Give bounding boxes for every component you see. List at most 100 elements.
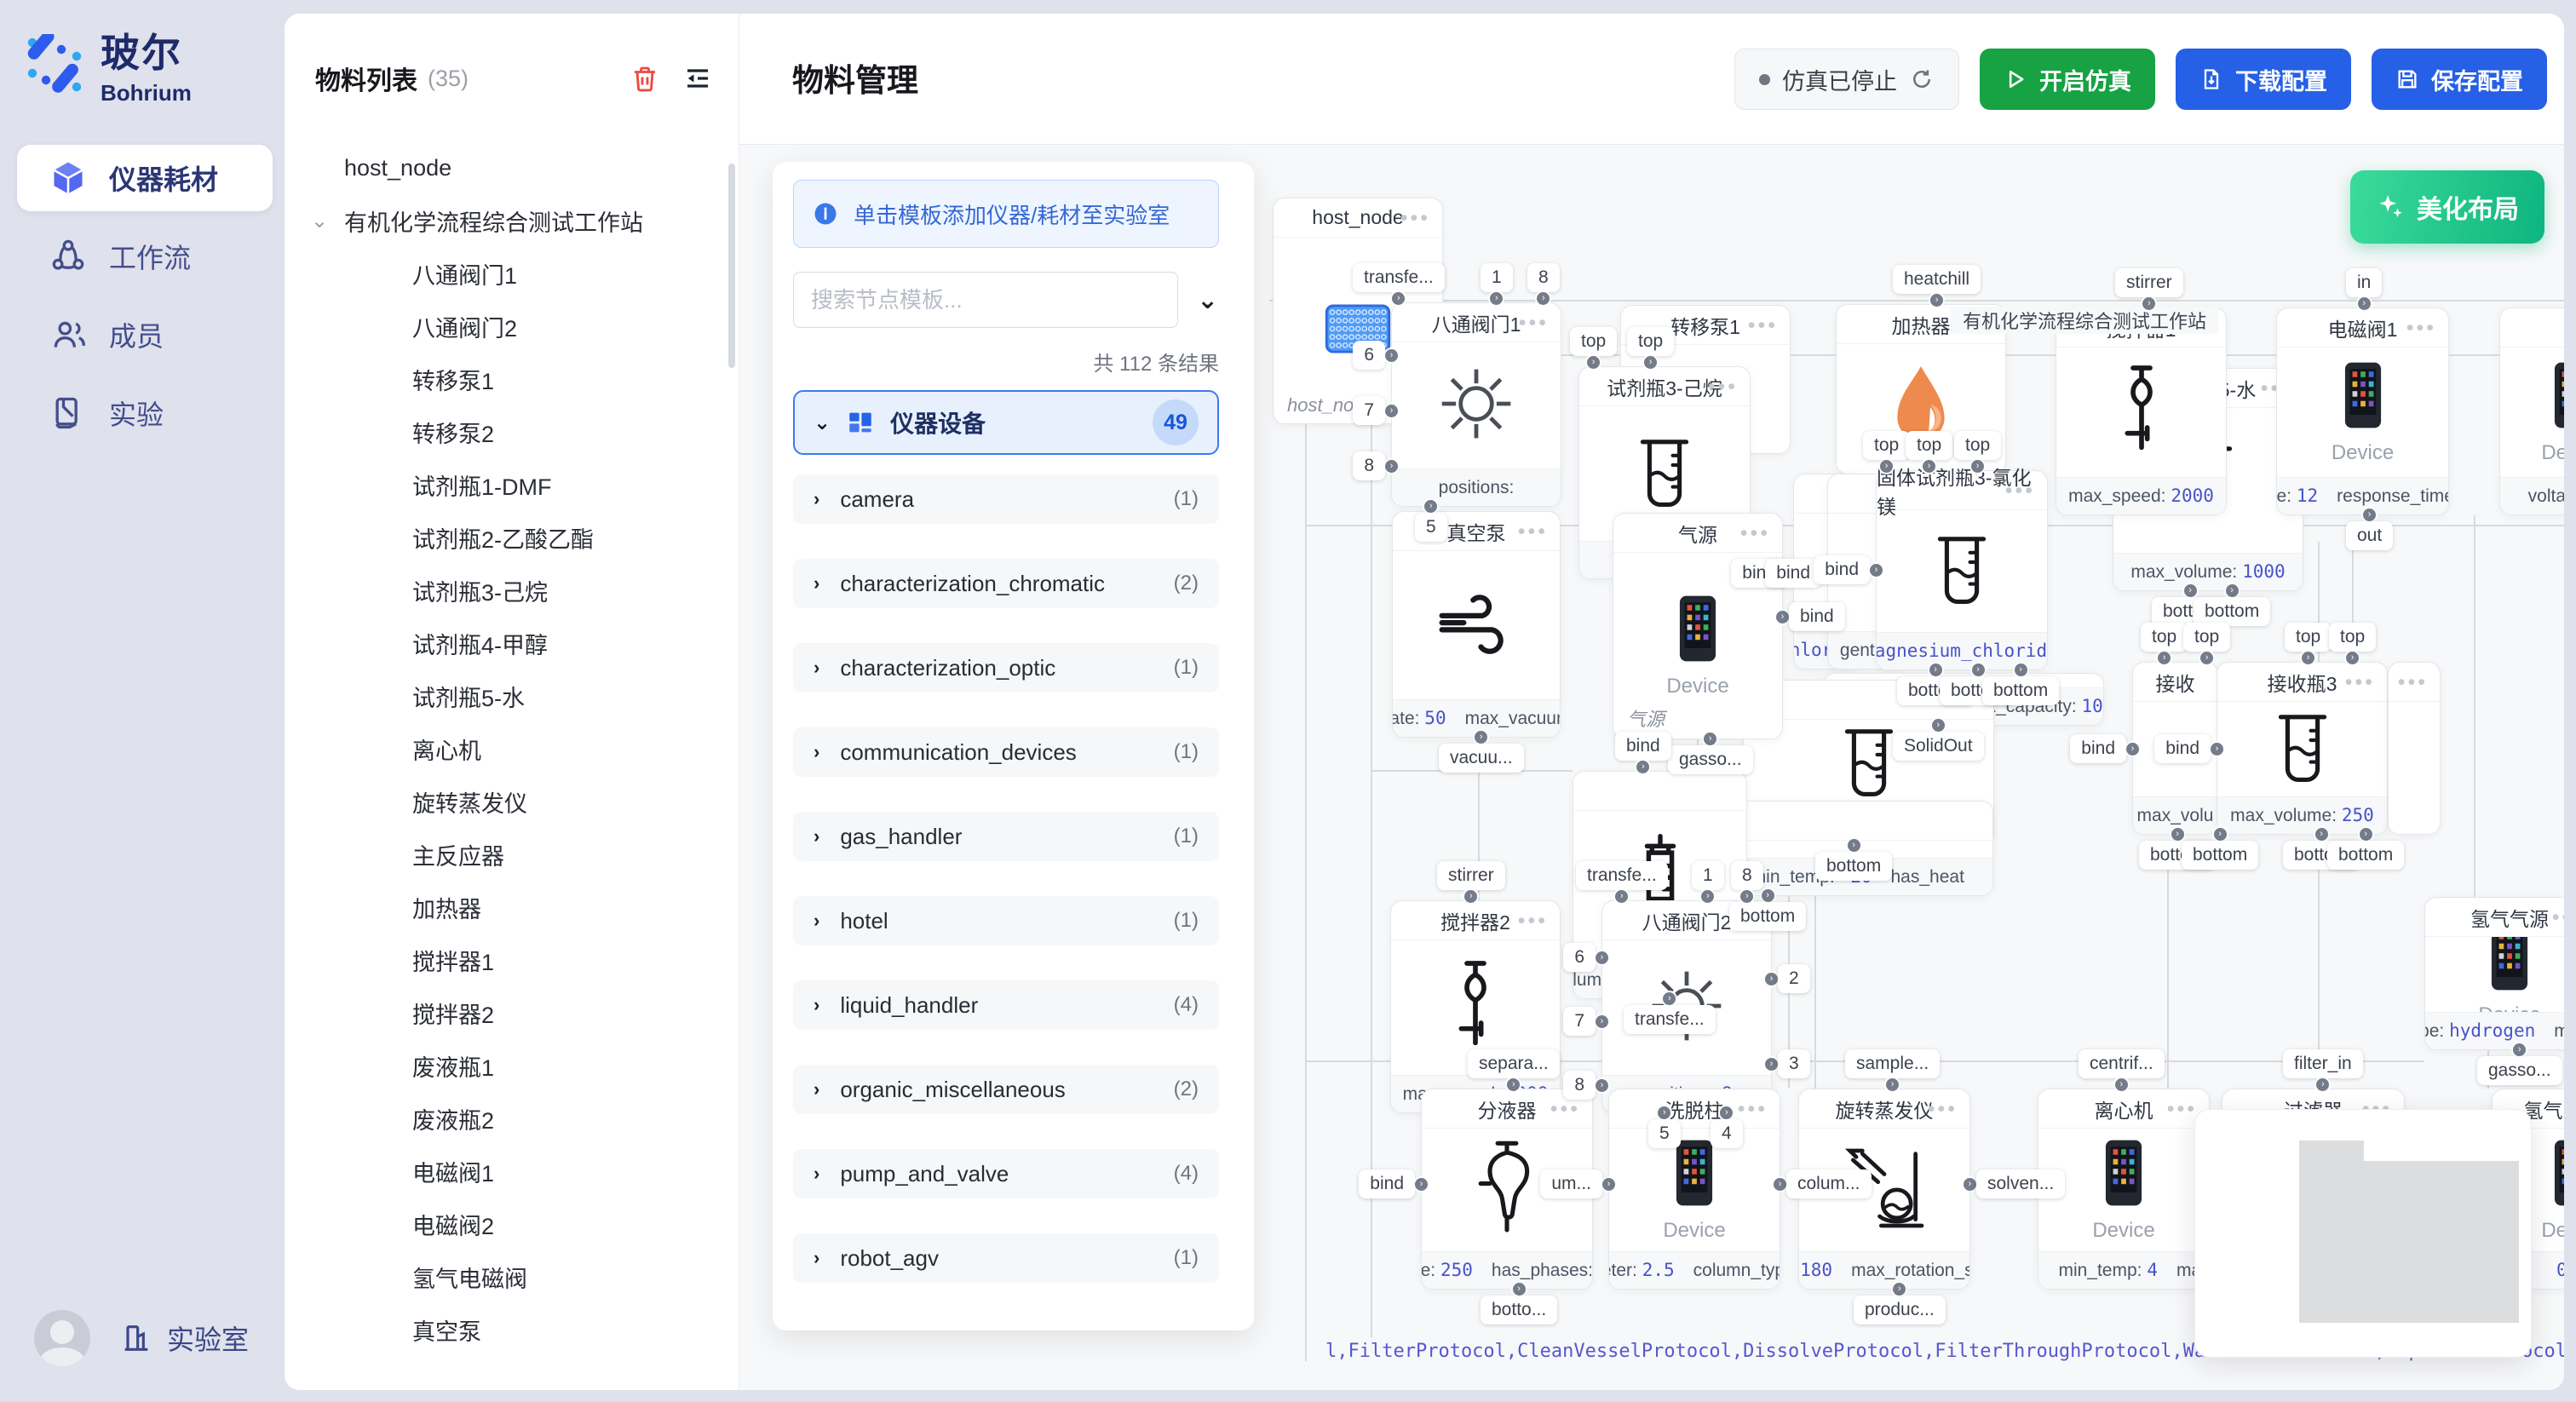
port-gasso...[interactable]: ›gasso... [2477,1043,2562,1085]
port-connector-icon[interactable]: › [1870,564,1883,577]
port-connector-icon[interactable]: › [1964,1178,1976,1191]
port-chip[interactable]: 6 [1353,341,1385,370]
port-chip[interactable]: centrif... [2079,1049,2165,1078]
tree-item[interactable]: 离心机 [285,722,727,775]
tree-item[interactable]: 试剂瓶1-DMF [285,458,727,511]
port-chip[interactable]: stirrer [1437,861,1505,890]
port-chip[interactable]: produc... [1854,1296,1946,1324]
port-chip[interactable]: vacuu... [1439,744,1524,773]
canvas-node-氢气气源[interactable]: 氢气气源•••Device_type: hydrogenmax_pre [2424,897,2564,1050]
port-connector-icon[interactable]: › [1932,719,1945,732]
materials-scrollbar[interactable] [728,164,735,368]
port-connector-icon[interactable]: › [1663,992,1676,1005]
template-item-liquid_handler[interactable]: ›liquid_handler(4) [793,980,1219,1030]
tree-item[interactable]: 搅拌器1 [285,934,727,986]
port-8[interactable]: 8› [1263,451,1398,480]
port-chip[interactable]: bottom [1982,676,2059,705]
save-config-button[interactable]: 保存配置 [2372,49,2547,110]
node-menu-icon[interactable]: ••• [2552,898,2564,937]
port-connector-icon[interactable]: › [2316,1078,2329,1091]
port-chip[interactable]: 2 [1778,964,1810,993]
port-connector-icon[interactable]: › [1513,1283,1526,1296]
port-chip[interactable]: top [1570,327,1617,356]
port-chip[interactable]: 1 [1692,861,1724,890]
port-connector-icon[interactable]: › [1464,890,1477,903]
port-chip[interactable]: bind [1789,602,1845,631]
port-connector-icon[interactable]: › [2214,828,2227,841]
port-transfe...[interactable]: transfe...› [1353,263,1445,305]
port-out[interactable]: ›out [2346,509,2393,550]
port-chip[interactable]: gasso... [1668,745,1753,774]
canvas-node[interactable]: ••• [2388,662,2441,835]
port-chip[interactable]: transfe... [1353,263,1445,292]
canvas-node-搅拌器1[interactable]: 搅拌器1•••max_speed: 2000 [2056,307,2227,515]
canvas-node-真空泵[interactable]: 真空泵•••ump_rate: 50max_vacuum: 0.1 [1392,511,1561,738]
port-connector-icon[interactable]: › [1762,889,1774,902]
template-search-input[interactable] [793,272,1178,328]
port-chip[interactable]: 8 [1731,861,1763,890]
port-transfe...[interactable]: ›transfe... [1624,992,1716,1034]
port-1[interactable]: 1› [1481,263,1513,305]
port-chip[interactable]: transfe... [1624,1005,1716,1034]
port-bottom[interactable]: ›bottom [1982,664,2059,705]
canvas-node-电磁阀1[interactable]: 电磁阀1•••Devicevoltage: 12response_time: 0… [2276,307,2449,515]
canvas-node-固体试剂瓶3-氯化镁[interactable]: 固体试剂瓶3-氯化镁•••agent: magnesium_chlorideph… [1876,470,2048,670]
port-2[interactable]: ›2 [1765,964,1810,993]
canvas-node-气源[interactable]: 气源•••Device气源 [1613,513,1783,739]
port-8[interactable]: 8› [1527,263,1560,305]
port-um...[interactable]: um...› [1481,1169,1615,1198]
port-chip[interactable]: bind [1359,1169,1415,1198]
port-connector-icon[interactable]: › [1587,356,1600,369]
tree-item[interactable]: 废液瓶1 [285,1039,727,1092]
port-chip[interactable]: top [1627,327,1674,356]
port-connector-icon[interactable]: › [1880,460,1893,473]
port-connector-icon[interactable]: › [1385,460,1398,473]
node-menu-icon[interactable]: ••• [1518,901,1548,940]
sidebar-item-instruments[interactable]: 仪器耗材 [17,145,273,211]
port-connector-icon[interactable]: › [1507,1078,1520,1091]
port-connector-icon[interactable]: › [1886,1078,1899,1091]
port-chip[interactable]: sample... [1845,1049,1940,1078]
tree-item[interactable]: 试剂瓶3-己烷 [285,564,727,617]
port-connector-icon[interactable]: › [1596,1015,1608,1028]
port-chip[interactable]: bottom [1815,852,1892,881]
start-simulation-button[interactable]: 开启仿真 [1980,49,2155,110]
tree-item[interactable]: 主反应器 [285,828,727,881]
port-bind[interactable]: bind› [1748,555,1883,584]
category-instruments[interactable]: ⌄ 仪器设备 49 [793,390,1219,455]
node-menu-icon[interactable]: ••• [1518,512,1548,551]
template-item-pump_and_valve[interactable]: ›pump_and_valve(4) [793,1149,1219,1198]
canvas-node-洗脱柱[interactable]: 洗脱柱•••Devicediameter: 2.5column_type: si [1608,1089,1780,1290]
port-colum...[interactable]: ›colum... [1774,1169,1872,1198]
port-chip[interactable]: bottom [2182,841,2258,870]
tree-item[interactable]: 试剂瓶5-水 [285,669,727,722]
tree-item[interactable]: 电磁阀2 [285,1198,727,1250]
port-connector-icon[interactable]: › [1615,890,1628,903]
port-sample...[interactable]: sample...› [1845,1049,1940,1091]
node-menu-icon[interactable]: ••• [1519,303,1549,342]
sidebar-item-workflow[interactable]: 工作流 [17,223,273,290]
port-connector-icon[interactable]: › [1971,460,1984,473]
port-connector-icon[interactable]: › [1720,1106,1733,1119]
tree-item[interactable]: 真空泵 [285,1303,727,1356]
port-connector-icon[interactable]: › [2015,664,2027,676]
port-chip[interactable]: bottom [2327,841,2404,870]
chevron-down-icon[interactable]: ⌄ [307,209,332,233]
port-connector-icon[interactable]: › [1602,1178,1615,1191]
port-chip[interactable]: top [2285,623,2332,652]
port-chip[interactable]: 8 [1563,1071,1596,1100]
port-top[interactable]: top› [1954,431,2001,473]
port-bind[interactable]: bind› [1615,732,1671,773]
port-top[interactable]: top› [2329,623,2376,664]
download-config-button[interactable]: 下载配置 [2176,49,2351,110]
port-chip[interactable]: botto... [1481,1296,1557,1324]
template-item-camera[interactable]: ›camera(1) [793,474,1219,524]
port-filter_in[interactable]: filter_in› [2283,1049,2363,1091]
simulation-status-pill[interactable]: 仿真已停止 [1734,49,1959,110]
port-solven...[interactable]: ›solven... [1964,1169,2065,1198]
port-chip[interactable]: 6 [1563,943,1596,972]
user-avatar[interactable] [34,1310,90,1366]
port-connector-icon[interactable]: › [1658,1106,1670,1119]
port-chip[interactable]: 7 [1563,1007,1596,1036]
port-connector-icon[interactable]: › [2513,1043,2526,1056]
